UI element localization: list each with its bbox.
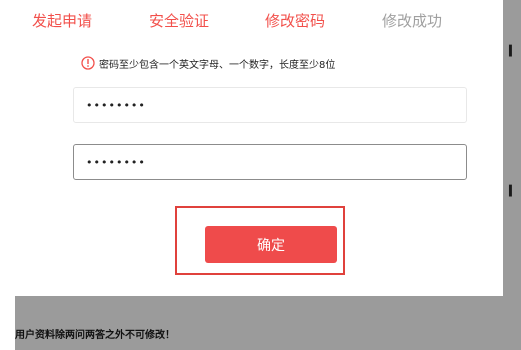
background-edge-glyph: ▍ [509, 186, 517, 197]
background-edge-glyph: ▍ [509, 46, 517, 57]
background-notice-text: 用户资料除两问两答之外不可修改！ [15, 330, 175, 341]
screen: ▍ ▍ 用户资料除两问两答之外不可修改！ 发起申请 安全验证 修改密码 修改成功… [0, 0, 521, 350]
step-initiate: 发起申请 [32, 12, 93, 30]
step-change-password: 修改密码 [265, 12, 326, 30]
new-password-input[interactable] [73, 87, 467, 123]
step-progress-bar: 发起申请 安全验证 修改密码 修改成功 [15, 9, 503, 33]
password-rule-text: 密码至少包含一个英文字母、一个数字，长度至少8位 [99, 59, 336, 71]
change-password-modal: 发起申请 安全验证 修改密码 修改成功 密码至少包含一个英文字母、一个数字，长度… [15, 0, 503, 296]
confirm-password-input[interactable] [73, 144, 467, 180]
confirm-button[interactable]: 确定 [205, 226, 337, 263]
password-rule-hint: 密码至少包含一个英文字母、一个数字，长度至少8位 [81, 55, 335, 71]
warning-circle-icon [81, 56, 95, 70]
step-security-verify: 安全验证 [149, 12, 210, 30]
step-success: 修改成功 [382, 12, 443, 30]
